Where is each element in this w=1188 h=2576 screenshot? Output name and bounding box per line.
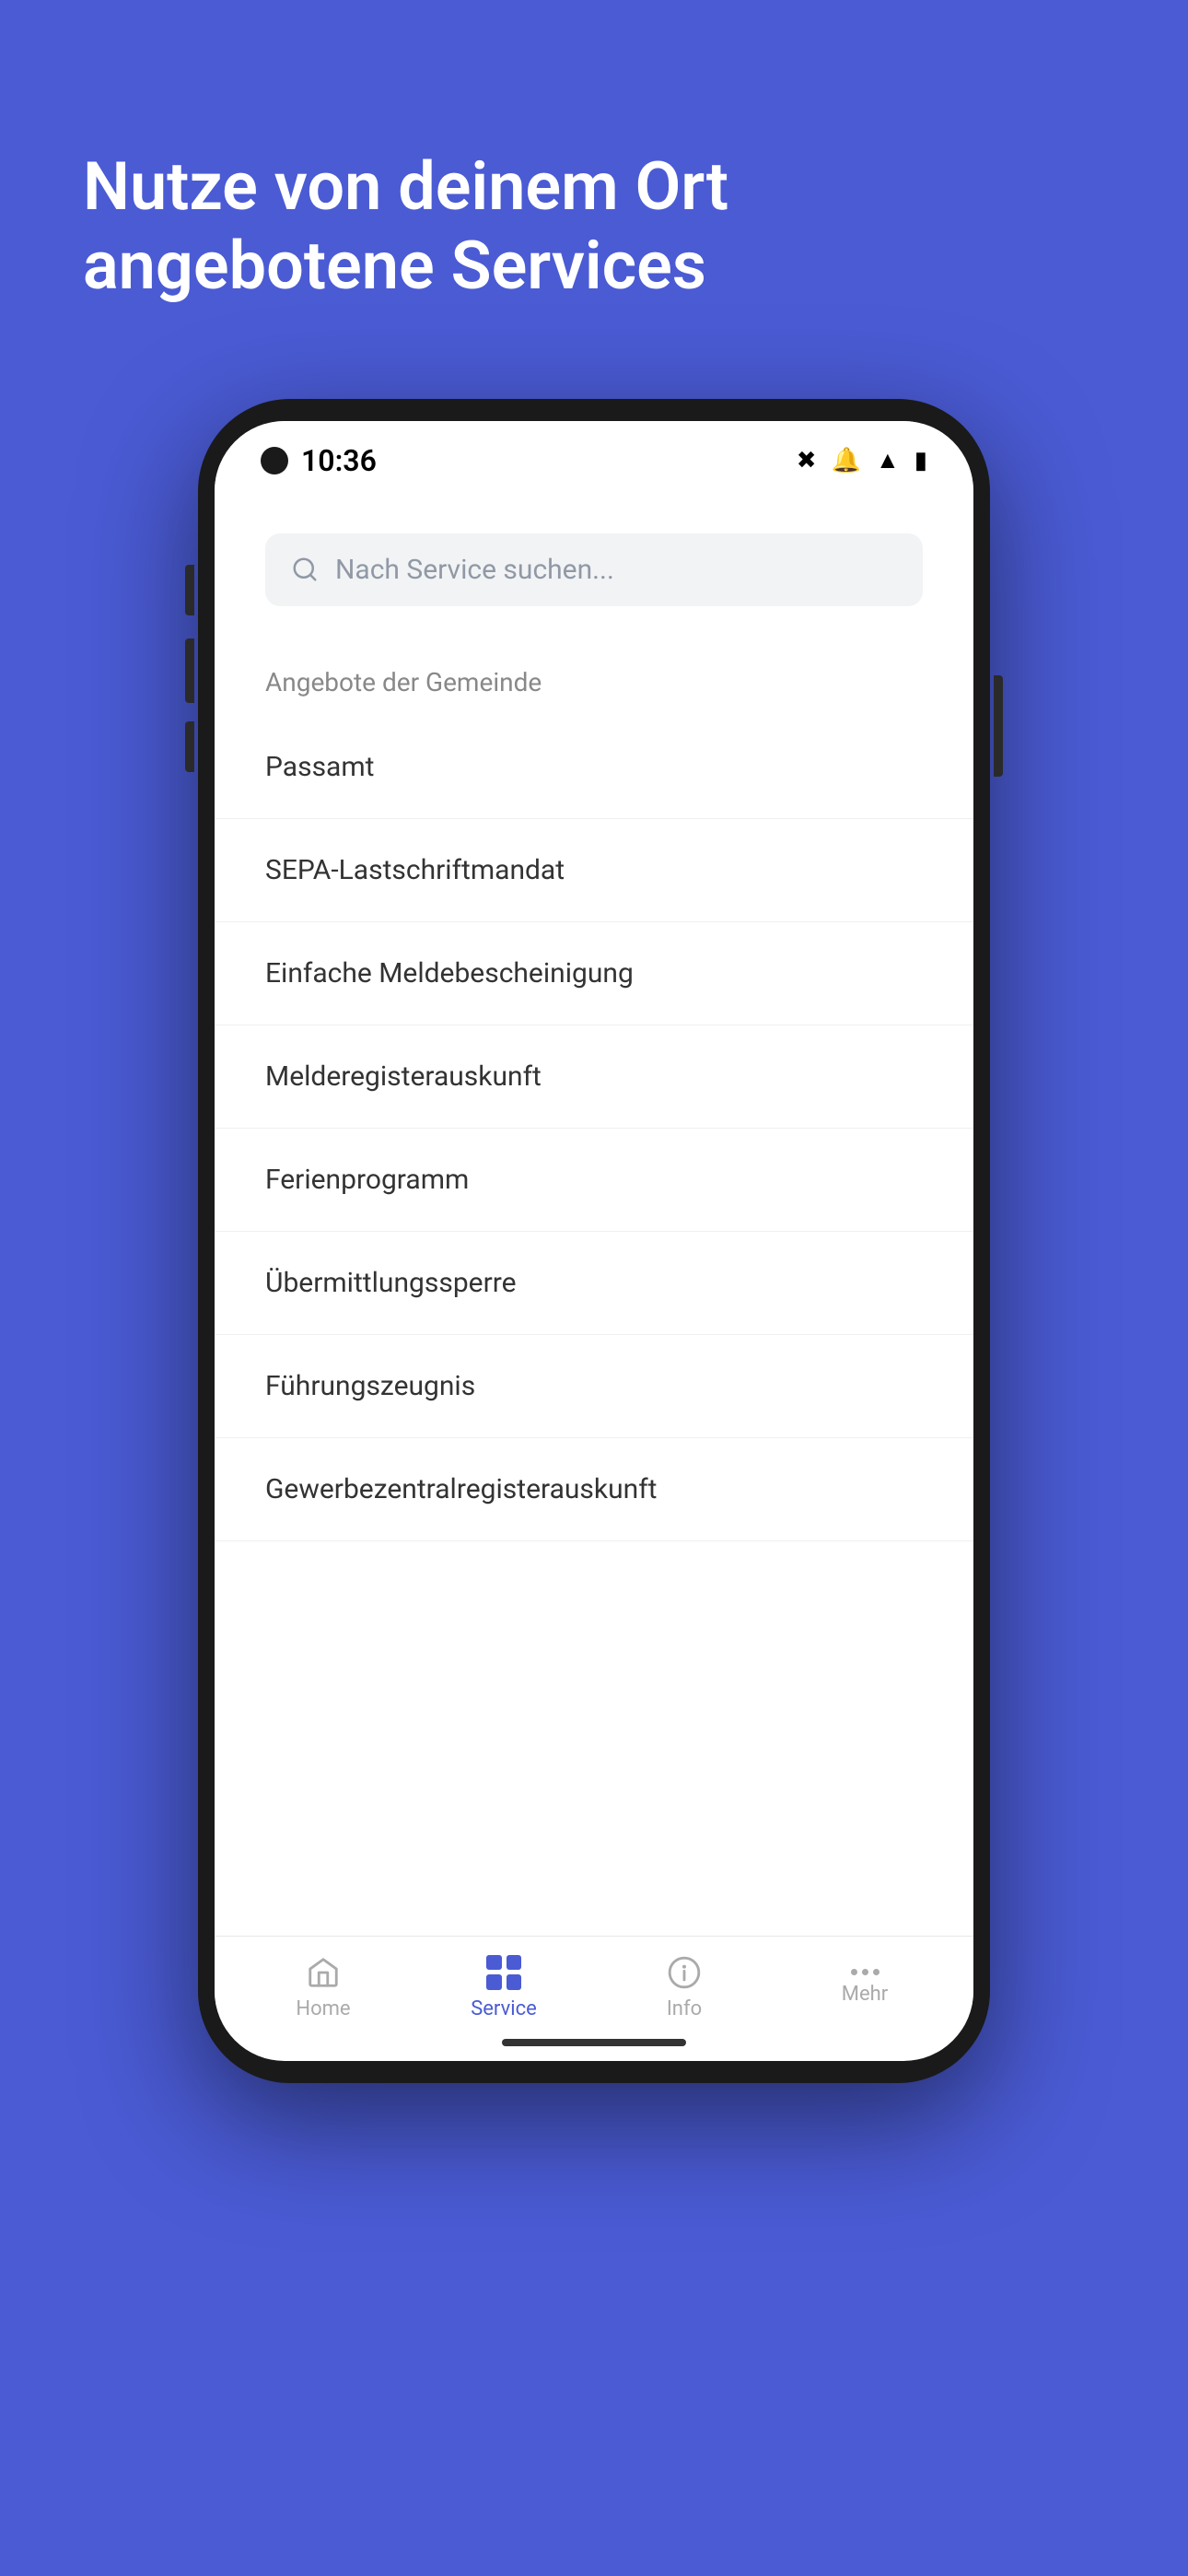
phone-mockup: 10:36 ✖ 🔔 ▲ ▮ [198, 399, 990, 2083]
list-item[interactable]: Gewerbezentralregisterauskunft [215, 1438, 973, 1541]
list-item[interactable]: Melderegisterauskunft [215, 1025, 973, 1129]
app-content: Nach Service suchen... Angebote der Geme… [215, 487, 973, 2061]
search-placeholder: Nach Service suchen... [335, 554, 614, 586]
page-headline: Nutze von deinem Ort angebotene Services [0, 0, 1188, 362]
list-item[interactable]: Ferienprogramm [215, 1129, 973, 1232]
headline-line1: Nutze von deinem Ort [83, 147, 728, 226]
grid-icon [486, 1955, 521, 1990]
list-item[interactable]: Übermittlungssperre [215, 1232, 973, 1335]
tab-service[interactable]: Service [444, 1955, 564, 2020]
home-icon [306, 1955, 341, 1990]
bottom-navigation: Home Service [215, 1936, 973, 2030]
mute-icon: 🔔 [832, 447, 861, 474]
tab-mehr[interactable]: Mehr [805, 1969, 925, 2006]
list-item[interactable]: Passamt [215, 716, 973, 819]
tab-service-label: Service [471, 1997, 537, 2020]
services-list: Passamt SEPA-Lastschriftmandat Einfache … [215, 716, 973, 1936]
info-icon [667, 1955, 702, 1990]
camera-dot [261, 447, 288, 474]
status-bar: 10:36 ✖ 🔔 ▲ ▮ [215, 421, 973, 487]
status-icons: ✖ 🔔 ▲ ▮ [797, 446, 927, 474]
volume-up-button [185, 565, 194, 615]
tab-info[interactable]: Info [624, 1955, 744, 2020]
tab-mehr-label: Mehr [842, 1983, 888, 2006]
tab-home[interactable]: Home [263, 1955, 383, 2020]
search-bar[interactable]: Nach Service suchen... [265, 533, 923, 606]
section-label: Angebote der Gemeinde [215, 634, 973, 716]
app-header: Nach Service suchen... [215, 487, 973, 634]
tab-home-label: Home [296, 1997, 350, 2020]
phone-body: 10:36 ✖ 🔔 ▲ ▮ [198, 399, 990, 2083]
wifi-icon: ▲ [876, 446, 900, 474]
list-item[interactable]: SEPA-Lastschriftmandat [215, 819, 973, 922]
list-item[interactable]: Führungszeugnis [215, 1335, 973, 1438]
volume-down-button [185, 721, 194, 772]
headline-line2: angebotene Services [83, 227, 706, 305]
phone-screen: 10:36 ✖ 🔔 ▲ ▮ [215, 421, 973, 2061]
tab-info-label: Info [667, 1997, 702, 2020]
more-icon [851, 1969, 879, 1975]
search-icon [291, 556, 319, 583]
status-time: 10:36 [261, 443, 377, 478]
list-item[interactable]: Einfache Meldebescheinigung [215, 922, 973, 1025]
bluetooth-icon: ✖ [797, 447, 817, 474]
battery-icon: ▮ [914, 447, 927, 474]
home-indicator [502, 2039, 686, 2046]
